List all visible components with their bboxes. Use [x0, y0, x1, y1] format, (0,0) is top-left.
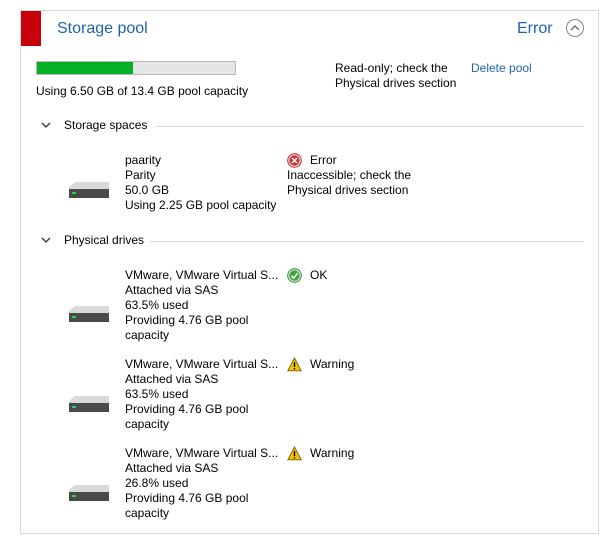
status-accent-bar [21, 11, 41, 46]
space-name: paarity [125, 153, 162, 167]
section-storage-spaces[interactable]: Storage spaces [41, 118, 583, 134]
section-physical-drives-label: Physical drives [64, 233, 145, 247]
ok-icon [287, 268, 302, 283]
drive-icon [69, 396, 109, 412]
chevron-down-icon [41, 122, 51, 128]
drive-providing: Providing 4.76 GB pool [125, 402, 249, 416]
space-status-detail1: Inaccessible; check the [287, 168, 412, 182]
drive-name: VMware, VMware Virtual S... [125, 446, 279, 460]
pool-message-line1: Read-only; check the [335, 61, 448, 75]
drive-connection: Attached via SAS [125, 372, 219, 386]
divider [156, 126, 583, 127]
drive-status: Warning [310, 357, 355, 371]
drive-connection: Attached via SAS [125, 461, 219, 475]
section-storage-spaces-label: Storage spaces [64, 118, 148, 132]
drive-icon [69, 485, 109, 501]
collapse-button[interactable] [566, 19, 584, 37]
drive-name: VMware, VMware Virtual S... [125, 357, 279, 371]
section-physical-drives[interactable]: Physical drives [41, 233, 583, 249]
drive-providing: Providing 4.76 GB pool [125, 313, 249, 327]
warning-icon [287, 446, 302, 461]
space-status-detail2: Physical drives section [287, 183, 409, 197]
drive-providing-unit: capacity [125, 417, 170, 431]
pool-title: Storage pool [57, 20, 148, 37]
drive-connection: Attached via SAS [125, 283, 219, 297]
pool-capacity-fill [37, 62, 134, 74]
drive-providing-unit: capacity [125, 506, 170, 520]
drive-used: 63.5% used [125, 298, 189, 312]
drive-used: 63.5% used [125, 387, 189, 401]
warning-icon [287, 357, 302, 372]
drive-name: VMware, VMware Virtual S... [125, 268, 279, 282]
error-icon [287, 153, 302, 168]
drive-icon [69, 182, 109, 198]
drive-providing-unit: capacity [125, 328, 170, 342]
pool-usage-text: Using 6.50 GB of 13.4 GB pool capacity [36, 84, 249, 98]
pool-status: Error [517, 20, 553, 37]
delete-pool-link[interactable]: Delete pool [471, 61, 532, 76]
drive-icon [69, 306, 109, 322]
storage-pool-panel: Storage pool Error Using 6.50 GB of 13.4… [20, 10, 599, 534]
space-usage: Using 2.25 GB pool capacity [125, 198, 277, 212]
drive-used: 26.8% used [125, 476, 189, 490]
drive-providing: Providing 4.76 GB pool [125, 491, 249, 505]
chevron-up-icon [570, 25, 580, 31]
space-status: Error [310, 153, 337, 167]
drive-status: Warning [310, 446, 355, 460]
pool-message-line2: Physical drives section [335, 76, 457, 90]
pool-capacity-bar [36, 61, 236, 75]
space-size: 50.0 GB [125, 183, 170, 197]
space-type: Parity [125, 168, 156, 182]
divider [150, 241, 583, 242]
chevron-down-icon [41, 237, 51, 243]
drive-status: OK [310, 268, 328, 282]
